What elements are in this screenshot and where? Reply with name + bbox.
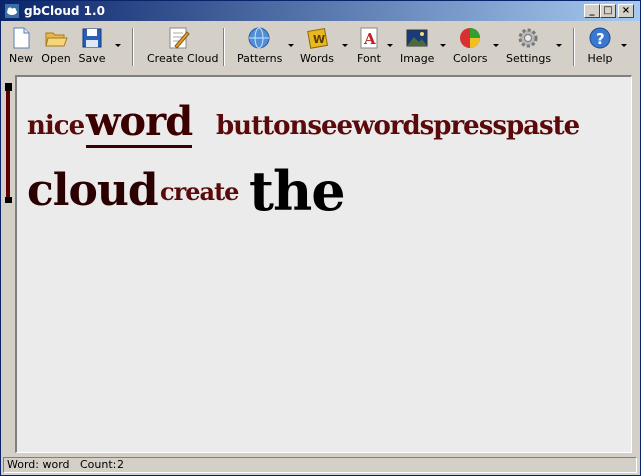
cloud-word[interactable]: create — [160, 177, 239, 206]
svg-text:?: ? — [596, 30, 605, 48]
new-file-icon — [13, 27, 30, 49]
toolbar: New Open Save Create Cloud Patterns W Wo… — [1, 22, 640, 70]
save-disk-icon — [82, 28, 102, 48]
status-count-label: Count: — [80, 458, 117, 471]
image-button[interactable]: Image — [400, 26, 434, 65]
status-count-value: 2 — [117, 458, 124, 471]
settings-dropdown-arrow[interactable] — [556, 44, 562, 47]
window-title: gbCloud 1.0 — [24, 4, 105, 18]
help-question-icon: ? — [589, 27, 611, 49]
create-cloud-button[interactable]: Create Cloud — [147, 26, 218, 65]
font-button[interactable]: A Font — [355, 26, 383, 65]
cloud-word[interactable]: the — [249, 159, 346, 223]
status-word: Word: word — [7, 458, 70, 471]
help-dropdown-arrow[interactable] — [621, 44, 627, 47]
scroll-bar-bottom-marker — [5, 197, 12, 203]
maximize-button[interactable]: □ — [600, 4, 616, 18]
new-button[interactable]: New — [7, 26, 35, 65]
title-bar[interactable]: gbCloud 1.0 _ □ × — [1, 1, 640, 21]
words-tile-icon: W — [307, 27, 329, 49]
settings-button[interactable]: Settings — [506, 26, 551, 65]
colors-button[interactable]: Colors — [453, 26, 487, 65]
app-window: gbCloud 1.0 _ □ × New Open Save Create C… — [0, 0, 641, 476]
toolbar-separator — [132, 28, 134, 66]
font-dropdown-arrow[interactable] — [387, 44, 393, 47]
cloud-word-selected[interactable]: word — [86, 99, 193, 148]
cloud-canvas[interactable]: nice word buttonseewordspresspaste cloud… — [15, 75, 632, 453]
save-button[interactable]: Save — [77, 26, 107, 65]
cloud-word[interactable]: nice — [27, 111, 85, 141]
svg-text:W: W — [313, 33, 325, 46]
cloud-word[interactable]: cloud — [27, 165, 159, 216]
app-cloud-icon — [5, 4, 19, 18]
settings-gear-icon — [518, 28, 538, 48]
help-button[interactable]: ? Help — [587, 26, 613, 65]
patterns-dropdown-arrow[interactable] — [288, 44, 294, 47]
patterns-globe-icon — [248, 27, 270, 49]
toolbar-separator — [573, 28, 575, 66]
patterns-button[interactable]: Patterns — [237, 26, 282, 65]
save-dropdown-arrow[interactable] — [115, 44, 121, 47]
scroll-bar-top-marker — [5, 83, 12, 91]
colors-palette-icon — [460, 28, 480, 48]
status-bar: Word: word Count: 2 — [1, 455, 640, 475]
create-cloud-icon — [169, 27, 190, 49]
open-button[interactable]: Open — [41, 26, 71, 65]
words-dropdown-arrow[interactable] — [342, 44, 348, 47]
minimize-button[interactable]: _ — [584, 4, 600, 18]
cloud-word[interactable]: buttonseewordspresspaste — [216, 111, 580, 141]
font-icon: A — [360, 27, 378, 49]
image-dropdown-arrow[interactable] — [440, 44, 446, 47]
words-button[interactable]: W Words — [299, 26, 335, 65]
svg-text:A: A — [363, 30, 376, 48]
toolbar-separator — [223, 28, 225, 66]
cloud-scroll-bar[interactable] — [6, 85, 10, 203]
image-picture-icon — [406, 29, 428, 47]
colors-dropdown-arrow[interactable] — [493, 44, 499, 47]
open-folder-icon — [45, 32, 68, 47]
close-button[interactable]: × — [618, 4, 634, 18]
